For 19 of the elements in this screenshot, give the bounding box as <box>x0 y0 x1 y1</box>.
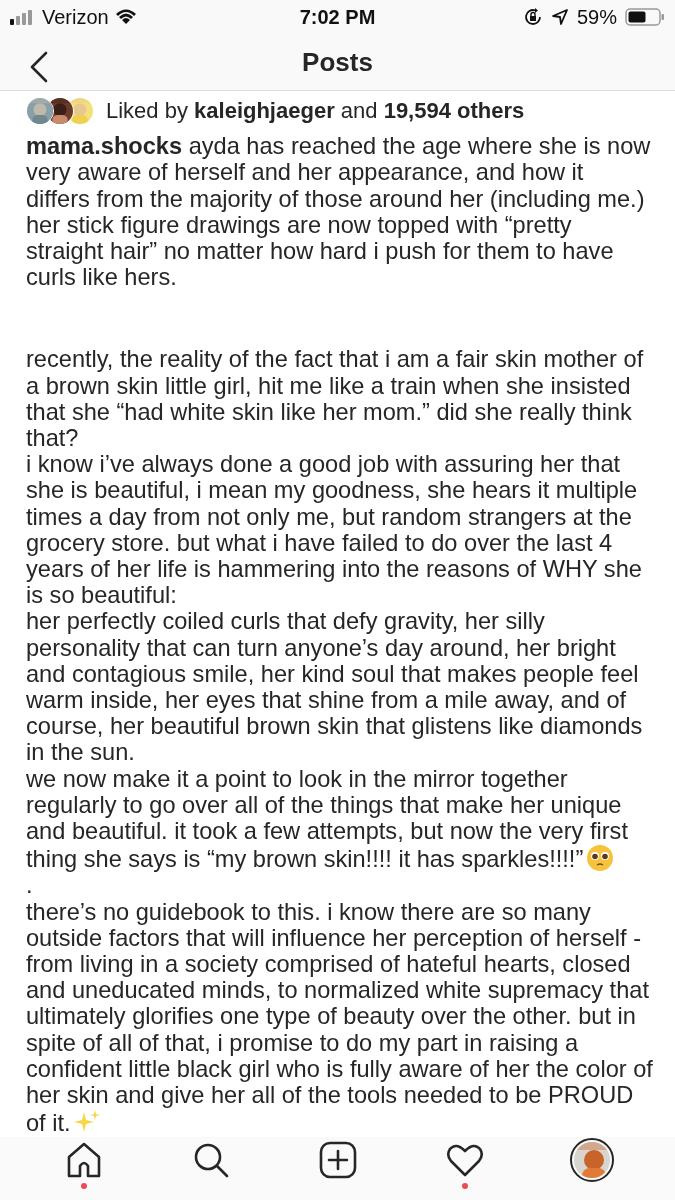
caption-paragraph: . <box>26 872 34 899</box>
carrier-name: Verizon <box>42 5 109 29</box>
caption-paragraph: we now make it a point to look in the mirror together regularly to go over all of the things that make her unique and beautiful. it took a few attempts, but now the very first thing she says is “my brown skin!!!! it has sparkles!!!!” <box>26 765 629 873</box>
battery-icon <box>625 8 665 27</box>
location-arrow-icon <box>550 8 569 27</box>
caption-paragraph: i know i’ve always done a good job with assuring her that she is beautiful, i mean my goodness, she hears it multiple times a day from not only me, but random strangers at the grocery store. but what i have failed to do over the last 4 years of her life is hammering into the reasons of WHY she is so beautiful: <box>26 451 643 609</box>
caption-paragraph: there’s no guidebook to this. i know there are so many outside factors that will influence her perception of herself - from living in a society comprised of hateful hearts, closed and uneducated minds, to normalized white supremacy that ultimately glorifies one type of beauty over the other. but in spite of all of that, i promise to do my part in raising a confident little black girl who is fully aware of her the color of her skin and give her all of the tools needed to be PROUD of it. <box>26 898 653 1137</box>
caption-paragraph: mama.shocks ayda has reached the age where she is now very aware of herself and her appearance, and how it differs from the majority of those around her (including me.) her stick figure drawings are now topped with “pretty straight hair” no matter how hard i push for them to have curls like hers. <box>26 133 652 291</box>
rotation-lock-icon <box>522 7 543 28</box>
page-title: Posts <box>302 46 373 78</box>
caption-paragraph: recently, the reality of the fact that i am a fair skin mother of a brown skin little girl, hit me like a train when she insisted that she “had white skin like her mom.” did she really think that? <box>26 346 645 452</box>
status-time: 7:02 PM <box>299 5 376 29</box>
battery-percent: 59% <box>576 5 617 29</box>
back-icon[interactable] <box>28 50 50 83</box>
caption-paragraph: her perfectly coiled curls that defy gravity, her silly personality that can turn anyone’s day around, her bright and contagious smile, her kind soul that makes people feel warm inside, her eyes that shine from a mile away, and of course, her beautiful brown skin that glistens like diamonds in the sun. <box>26 608 644 766</box>
profile-avatar[interactable] <box>569 1137 614 1182</box>
likes-text: Liked by kaleighjaeger and 19,594 others <box>106 98 525 125</box>
add-post-icon[interactable] <box>317 1139 358 1180</box>
wifi-icon <box>114 9 137 26</box>
